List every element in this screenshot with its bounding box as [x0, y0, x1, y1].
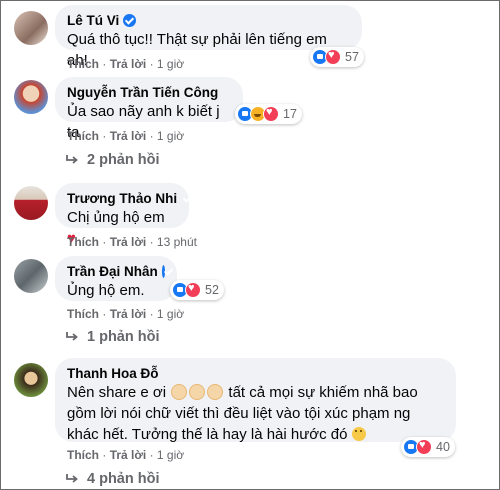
- love-reaction-icon: [416, 439, 432, 455]
- comment-author[interactable]: Thanh Hoa Đỗ: [67, 365, 444, 382]
- comment-bubble: Thanh Hoa Đỗ Nên share e ơi tất cả mọi s…: [55, 358, 456, 445]
- reaction-count: 40: [436, 440, 450, 454]
- love-reaction-icon: [185, 282, 201, 298]
- like-button[interactable]: Thích: [67, 57, 99, 71]
- like-button[interactable]: Thích: [67, 448, 99, 462]
- reaction-summary[interactable]: 40: [401, 437, 455, 457]
- comment-text-part: Nên share e ơi: [67, 384, 167, 401]
- comment-text: Ủng hộ em.: [67, 282, 145, 299]
- author-name[interactable]: Trương Thảo Nhi: [67, 190, 177, 207]
- comment-text-body: Chị ủng hộ em: [67, 209, 165, 226]
- avatar[interactable]: [14, 186, 48, 220]
- separator: ·: [102, 235, 107, 249]
- comment-line: gồm lời nói chữ viết thì đều liệt vào tộ…: [67, 405, 411, 422]
- comment-text-part: khác hết. Tưởng thế là hay là hài hước đ…: [67, 426, 348, 443]
- replies-count[interactable]: 1 phản hồi: [87, 329, 160, 345]
- separator: ·: [102, 57, 107, 71]
- comment-section: Lê Tú Vi Quá thô tục!! Thật sự phải lên …: [0, 0, 500, 490]
- timestamp[interactable]: 1 giờ: [157, 448, 184, 462]
- reaction-summary[interactable]: 17: [235, 104, 302, 124]
- comment-actions: Thích · Trả lời · 1 giờ: [67, 448, 184, 462]
- view-replies-link[interactable]: 2 phản hồi: [65, 152, 160, 168]
- reaction-count: 57: [345, 50, 359, 64]
- reply-arrow-icon: [66, 474, 78, 483]
- comment-line: Nên share e ơi tất cả mọi sự khiếm nhã b…: [67, 382, 444, 403]
- author-name[interactable]: Nguyễn Trần Tiến Công: [67, 84, 218, 101]
- love-reaction-icon: [263, 106, 279, 122]
- reply-button[interactable]: Trả lời: [110, 129, 147, 143]
- like-button[interactable]: Thích: [67, 307, 99, 321]
- separator: ·: [102, 129, 107, 143]
- reaction-summary[interactable]: 52: [170, 280, 224, 300]
- separator: ·: [149, 129, 154, 143]
- comment-bubble: Trương Thảo Nhi Chị ủng hộ em ♥: [55, 183, 189, 247]
- reply-button[interactable]: Trả lời: [110, 448, 147, 462]
- replies-count[interactable]: 4 phản hồi: [87, 471, 160, 487]
- reply-button[interactable]: Trả lời: [110, 307, 147, 321]
- author-name[interactable]: Trần Đại Nhân: [67, 263, 158, 280]
- timestamp[interactable]: 1 giờ: [157, 129, 184, 143]
- reaction-count: 52: [205, 283, 219, 297]
- separator: ·: [149, 448, 154, 462]
- reaction-summary[interactable]: 57: [310, 47, 364, 67]
- separator: ·: [149, 235, 154, 249]
- comment-actions: Thích · Trả lời · 1 giờ: [67, 57, 184, 71]
- timestamp[interactable]: 1 giờ: [157, 307, 184, 321]
- avatar[interactable]: [14, 11, 48, 45]
- separator: ·: [102, 307, 107, 321]
- comment-actions: Thích · Trả lời · 1 giờ: [67, 307, 184, 321]
- timestamp[interactable]: 1 giờ: [157, 57, 184, 71]
- comment-author[interactable]: Trương Thảo Nhi: [67, 190, 177, 207]
- reply-button[interactable]: Trả lời: [110, 57, 147, 71]
- replies-count[interactable]: 2 phản hồi: [87, 152, 160, 168]
- like-button[interactable]: Thích: [67, 235, 99, 249]
- clap-emoji-icon: [171, 384, 188, 400]
- avatar[interactable]: [14, 80, 48, 114]
- clap-emoji-icon: [207, 384, 224, 400]
- comment-text: Nên share e ơi tất cả mọi sự khiếm nhã b…: [67, 382, 444, 445]
- comment-text-part: tất cả mọi sự khiếm nhã bao: [228, 384, 418, 401]
- clap-emoji-icon: [189, 384, 206, 400]
- comment-line: khác hết. Tưởng thế là hay là hài hước đ…: [67, 424, 444, 445]
- comment-author[interactable]: Trần Đại Nhân: [67, 263, 165, 280]
- avatar[interactable]: [14, 259, 48, 293]
- sad-emoji-icon: [351, 427, 366, 441]
- comment-bubble: Nguyễn Trần Tiến Công Ủa sao nãy anh k b…: [55, 77, 243, 141]
- timestamp[interactable]: 13 phút: [157, 235, 197, 249]
- view-replies-link[interactable]: 4 phản hồi: [65, 471, 160, 487]
- separator: ·: [149, 57, 154, 71]
- separator: ·: [102, 448, 107, 462]
- verified-badge-icon: [123, 14, 137, 27]
- avatar[interactable]: [14, 363, 48, 397]
- author-name[interactable]: Thanh Hoa Đỗ: [67, 365, 159, 382]
- author-name[interactable]: Lê Tú Vi: [67, 12, 119, 29]
- comment-bubble: Trần Đại Nhân Ủng hộ em.: [55, 256, 177, 301]
- comment-actions: Thích · Trả lời · 1 giờ: [67, 129, 184, 143]
- love-reaction-icon: [325, 49, 341, 65]
- separator: ·: [149, 307, 154, 321]
- verified-badge-icon: [161, 265, 165, 278]
- like-button[interactable]: Thích: [67, 129, 99, 143]
- reply-arrow-icon: [66, 332, 78, 341]
- comment-author[interactable]: Nguyễn Trần Tiến Công: [67, 84, 231, 101]
- reply-arrow-icon: [66, 155, 78, 164]
- comment-author[interactable]: Lê Tú Vi: [67, 12, 350, 29]
- view-replies-link[interactable]: 1 phản hồi: [65, 329, 160, 345]
- reaction-count: 17: [283, 107, 297, 121]
- comment-bubble: Lê Tú Vi Quá thô tục!! Thật sự phải lên …: [55, 5, 362, 69]
- reply-button[interactable]: Trả lời: [110, 235, 147, 249]
- comment-actions: Thích · Trả lời · 13 phút: [67, 235, 197, 249]
